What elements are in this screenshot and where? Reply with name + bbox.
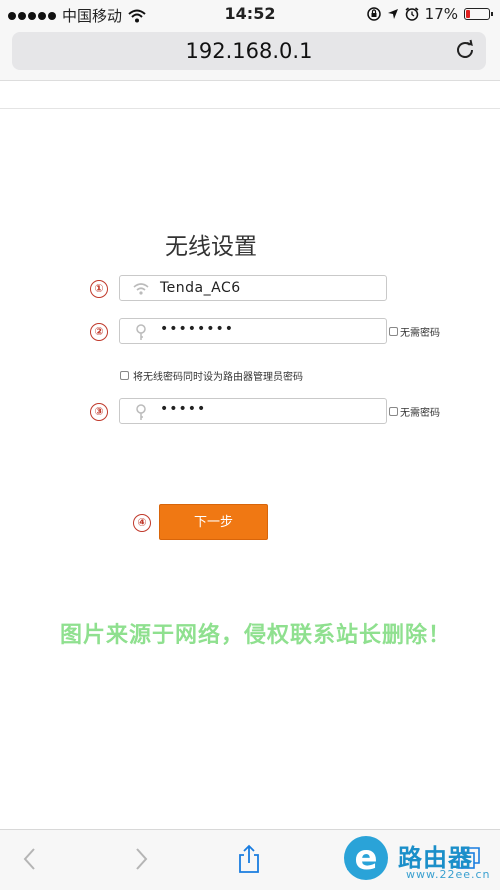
share-icon[interactable] [235,844,263,874]
url-text: 192.168.0.1 [185,39,313,63]
logo-letter: e [344,836,388,880]
admin-password-value: ••••• [160,401,207,417]
status-bar: 中国移动 14:52 17% [0,0,500,28]
divider [0,108,500,109]
url-field[interactable]: 192.168.0.1 [12,32,486,70]
sync-admin-password-label: 将无线密码同时设为路由器管理员密码 [133,372,303,383]
ssid-value: Tenda_AC6 [160,280,241,296]
wifi-icon [133,283,149,295]
reload-icon[interactable] [454,39,476,61]
admin-no-password-option[interactable]: 无需密码 [389,404,440,419]
step-1-marker: ① [90,280,108,298]
page-title: 无线设置 [165,234,257,260]
wifi-no-password-checkbox[interactable] [389,327,398,336]
rotation-lock-icon [366,7,381,21]
browser-address-bar: 192.168.0.1 [0,28,500,81]
admin-no-password-label: 无需密码 [400,408,440,419]
sync-admin-password-option[interactable]: 将无线密码同时设为路由器管理员密码 [120,368,303,383]
wifi-password-input[interactable]: •••••••• [119,318,387,344]
step-2-marker: ② [90,323,108,341]
back-arrow-icon[interactable] [16,844,44,874]
wifi-no-password-option[interactable]: 无需密码 [389,324,440,339]
next-step-button[interactable]: 下一步 [159,504,268,540]
wifi-no-password-label: 无需密码 [400,328,440,339]
watermark-text: 图片来源于网络，侵权联系站长删除！ [60,623,452,648]
location-icon [387,9,398,19]
site-logo: e 路由器 www.22ee.cn [340,832,500,889]
sync-admin-password-checkbox[interactable] [120,371,129,380]
admin-no-password-checkbox[interactable] [389,407,398,416]
step-3-marker: ③ [90,403,108,421]
key-icon [136,404,146,420]
forward-arrow-icon[interactable] [127,844,155,874]
key-icon [136,324,146,340]
step-4-marker: ④ [133,514,151,532]
battery-percent: 17% [424,5,458,23]
alarm-icon [405,7,419,21]
ssid-input[interactable]: Tenda_AC6 [119,275,387,301]
battery-icon [464,8,493,20]
logo-site: www.22ee.cn [406,868,491,881]
admin-password-input[interactable]: ••••• [119,398,387,424]
wifi-password-value: •••••••• [160,321,235,337]
